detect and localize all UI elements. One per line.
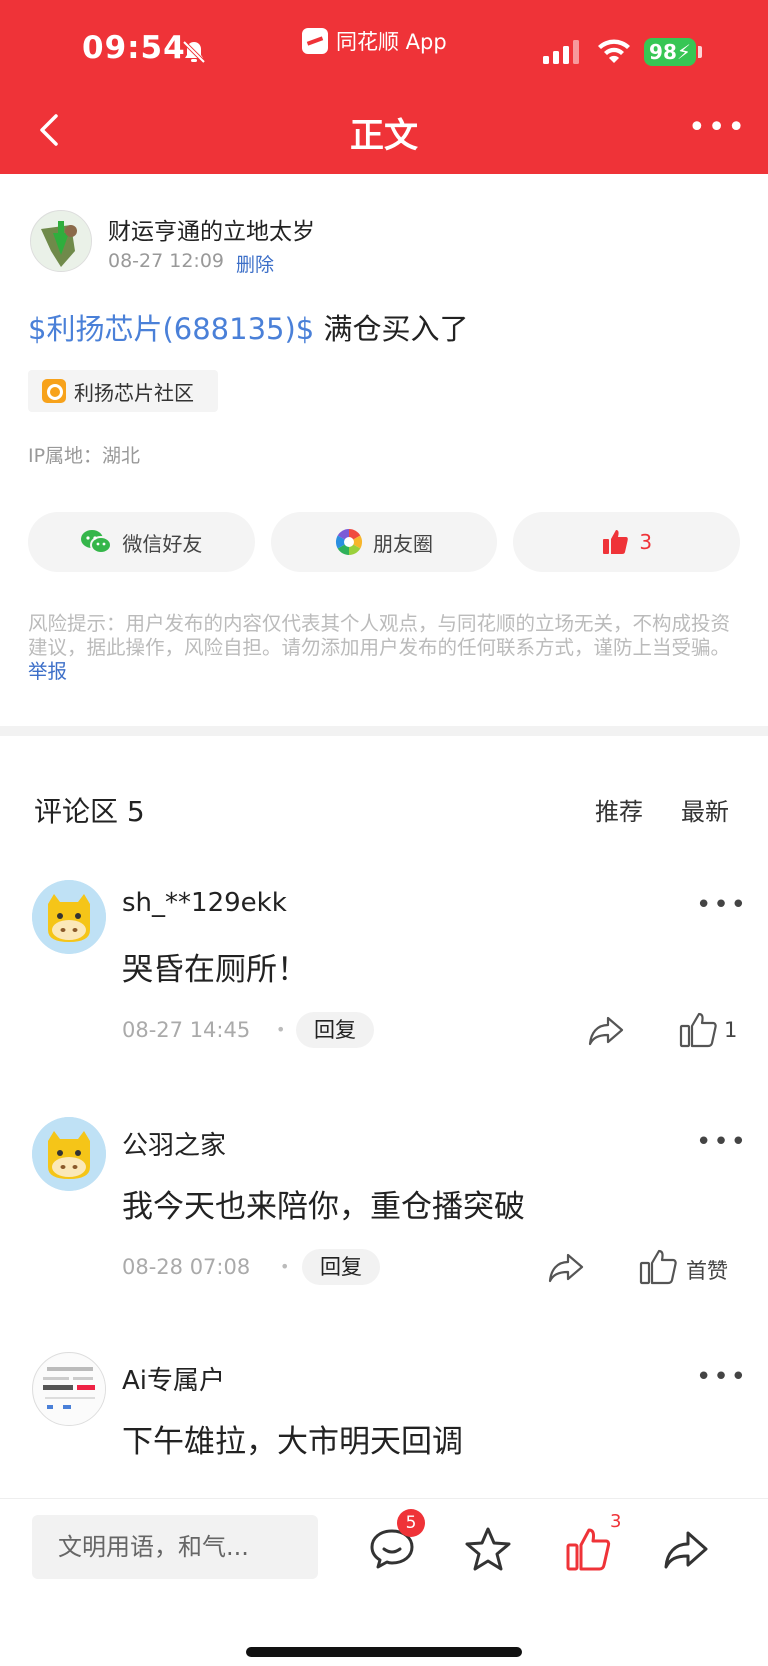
post-time: 08-27 12:09 (108, 250, 225, 272)
share-icon[interactable] (662, 1525, 710, 1573)
delete-button[interactable]: 删除 (236, 250, 274, 277)
community-icon (42, 379, 66, 403)
comment-time: 08-28 07:08 (122, 1255, 251, 1279)
sort-latest-tab[interactable]: 最新 (681, 792, 729, 827)
separator-dot: • (276, 1020, 286, 1039)
battery-indicator: 98⚡ (644, 38, 696, 66)
thumbs-up-icon[interactable] (638, 1247, 678, 1287)
community-tag-label: 利扬芯片社区 (74, 380, 194, 405)
battery-level: 98 (649, 40, 677, 64)
home-indicator (246, 1647, 522, 1657)
stock-link[interactable]: $利扬芯片(688135)$ (28, 312, 314, 346)
post-like-count: 3 (639, 530, 653, 554)
commenter-avatar[interactable] (32, 1352, 106, 1426)
app-name: 同花顺 App (302, 26, 447, 56)
author-avatar[interactable] (30, 210, 92, 272)
wechat-icon (81, 530, 113, 554)
separator-dot: • (280, 1257, 290, 1276)
comment-like-label: 首赞 (686, 1259, 728, 1283)
commenter-avatar[interactable] (32, 880, 106, 954)
bell-muted-icon (182, 40, 206, 64)
bottom-bar: 5 3 (0, 1498, 768, 1666)
comment-more-icon[interactable]: ••• (696, 1362, 748, 1392)
risk-disclaimer: 风险提示：用户发布的内容仅代表其个人观点，与同花顺的立场无关，不构成投资建议，据… (28, 612, 740, 684)
reply-button[interactable]: 回复 (302, 1249, 380, 1285)
community-tag[interactable]: 利扬芯片社区 (28, 370, 218, 412)
wifi-icon (598, 39, 630, 63)
share-icon[interactable] (546, 1247, 586, 1287)
comment-input[interactable] (32, 1515, 318, 1579)
cow-avatar-icon (32, 1117, 106, 1191)
comment-text: 哭昏在厕所！ (122, 952, 308, 988)
share-wechat-button[interactable]: 微信好友 (28, 512, 255, 572)
comment-more-icon[interactable]: ••• (696, 1127, 748, 1157)
share-icon[interactable] (586, 1010, 626, 1050)
app-name-label: 同花顺 App (336, 30, 447, 54)
disclaimer-text: 风险提示：用户发布的内容仅代表其个人观点，与同花顺的立场无关，不构成投资建议，据… (28, 612, 731, 659)
comment-more-icon[interactable]: ••• (696, 890, 748, 920)
more-options-icon[interactable]: ••• (688, 113, 745, 148)
app-logo-icon (302, 28, 328, 54)
reply-button[interactable]: 回复 (296, 1012, 374, 1048)
share-wechat-label: 微信好友 (122, 531, 203, 556)
status-time: 09:54 (82, 30, 186, 66)
share-moments-button[interactable]: 朋友圈 (270, 512, 498, 572)
section-divider (0, 726, 768, 736)
comment-text: 下午雄拉，大市明天回调 (122, 1424, 463, 1460)
thumbs-up-icon[interactable] (564, 1525, 612, 1573)
moments-icon (335, 528, 363, 556)
commenter-name[interactable]: Ai专属户 (122, 1360, 225, 1397)
bottom-like-count: 3 (610, 1511, 622, 1532)
post-text: 满仓买入了 (314, 312, 469, 346)
commenter-name[interactable]: 公羽之家 (122, 1125, 226, 1162)
post-content: $利扬芯片(688135)$ 满仓买入了 (28, 306, 468, 348)
commenter-name[interactable]: sh_**129ekk (122, 888, 287, 918)
post-like-button[interactable]: 3 (513, 512, 741, 572)
comment-count-badge: 5 (397, 1509, 425, 1537)
star-icon[interactable] (464, 1525, 512, 1573)
signal-icon (543, 40, 579, 64)
battery-cap (698, 46, 702, 58)
author-name[interactable]: 财运亨通的立地太岁 (108, 212, 315, 246)
comment-time: 08-27 14:45 (122, 1018, 251, 1042)
page-title: 正文 (350, 116, 418, 156)
share-moments-label: 朋友圈 (373, 531, 433, 556)
report-button[interactable]: 举报 (28, 660, 67, 683)
thumbs-up-filled-icon (603, 530, 629, 554)
comment-item: sh_**129ekk ••• 哭昏在厕所！ 08-27 14:45 • 回复 … (0, 880, 768, 1100)
thumbs-up-icon[interactable] (678, 1010, 718, 1050)
cow-avatar-icon (32, 880, 106, 954)
comments-title: 评论区 5 (34, 795, 145, 828)
sort-recommend-tab[interactable]: 推荐 (595, 792, 643, 827)
ip-location: IP属地：湖北 (28, 445, 141, 467)
screenshot-avatar-icon (34, 1354, 105, 1425)
avatar-image (31, 211, 91, 271)
share-row: 微信好友 朋友圈 3 (28, 512, 741, 572)
commenter-avatar[interactable] (32, 1117, 106, 1191)
comment-like-count: 1 (724, 1018, 738, 1042)
comment-text: 我今天也来陪你，重仓播突破 (122, 1189, 525, 1225)
app-header: 09:54 同花顺 App 98⚡ 正文 ••• (0, 0, 768, 174)
comment-item: 公羽之家 ••• 我今天也来陪你，重仓播突破 08-28 07:08 • 回复 … (0, 1117, 768, 1337)
